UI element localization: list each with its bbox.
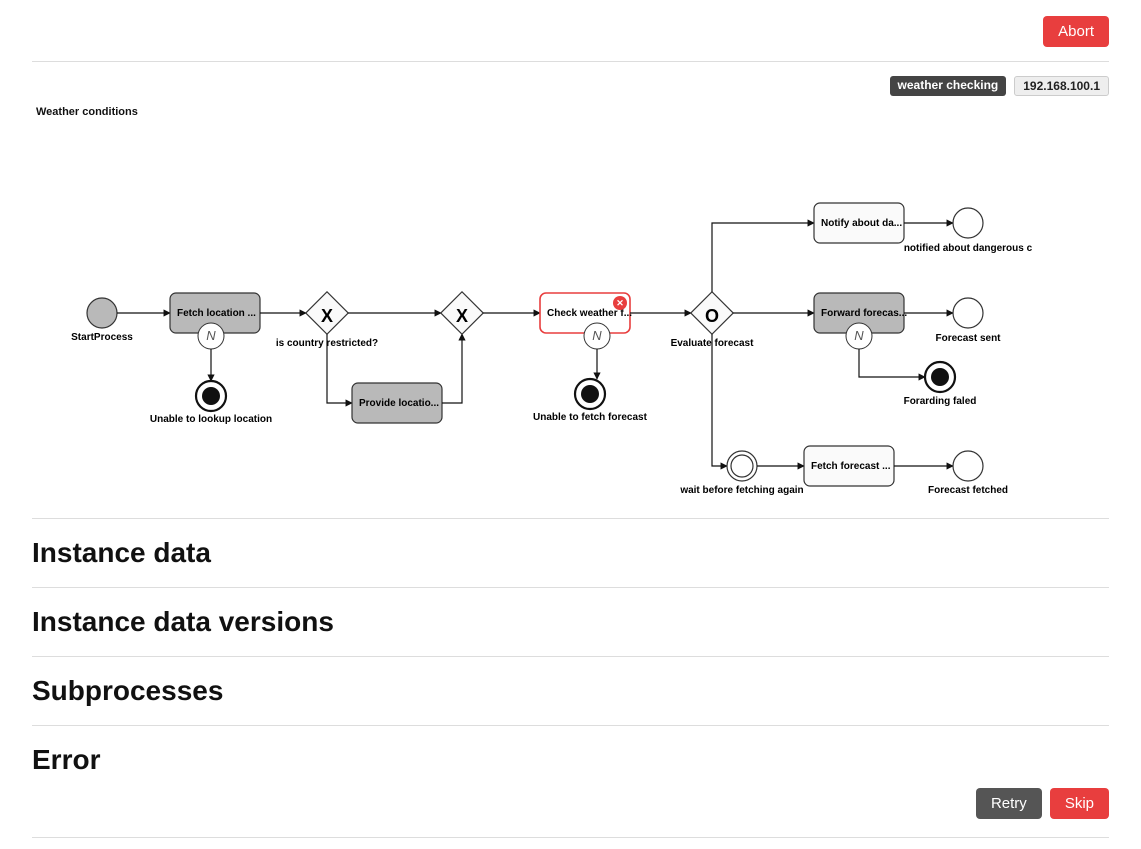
topbar: Abort [32, 10, 1109, 62]
svg-text:Unable to lookup location: Unable to lookup location [150, 414, 272, 425]
end-event-forecast-fetched: Forecast fetched [928, 451, 1008, 496]
end-event-forwarding-failed: Forarding faled [904, 362, 977, 407]
task-fetch-location[interactable]: Fetch location ... N [170, 293, 260, 349]
svg-text:Forarding faled: Forarding faled [904, 396, 977, 407]
end-event-unable-lookup: Unable to lookup location [150, 381, 272, 425]
svg-text:Notify about da...: Notify about da... [821, 218, 902, 229]
abort-button[interactable]: Abort [1043, 16, 1109, 47]
section-heading: Subprocesses [32, 675, 1109, 707]
node-badge: 192.168.100.1 [1014, 76, 1109, 96]
end-event-forecast-sent: Forecast sent [935, 298, 1001, 344]
svg-text:N: N [592, 328, 602, 343]
svg-text:X: X [456, 306, 468, 326]
gateway-merge[interactable]: X [441, 292, 483, 334]
svg-text:Forecast sent: Forecast sent [935, 333, 1001, 344]
svg-text:Forward forecas...: Forward forecas... [821, 308, 907, 319]
task-notify-danger[interactable]: Notify about da... [814, 203, 904, 243]
section-instance-data[interactable]: Instance data [32, 519, 1109, 588]
task-provide-location[interactable]: Provide locatio... [352, 383, 442, 423]
task-fetch-forecast[interactable]: Fetch forecast ... [804, 446, 894, 486]
meta-row: weather checking 192.168.100.1 [32, 62, 1109, 104]
section-heading: Error [32, 744, 1109, 776]
svg-text:Unable to fetch forecast: Unable to fetch forecast [533, 412, 648, 423]
start-event[interactable]: StartProcess [71, 298, 133, 343]
section-instance-data-versions[interactable]: Instance data versions [32, 588, 1109, 657]
skip-button[interactable]: Skip [1050, 788, 1109, 819]
section-error[interactable]: Error Retry Skip [32, 726, 1109, 838]
timer-wait-before-fetch[interactable]: wait before fetching again [679, 451, 803, 496]
svg-text:N: N [206, 328, 216, 343]
end-event-notified-danger: notified about dangerous c [904, 208, 1033, 254]
svg-text:O: O [705, 306, 719, 326]
task-forward-forecast[interactable]: Forward forecas... N [814, 293, 907, 349]
process-badge: weather checking [890, 76, 1007, 96]
retry-button[interactable]: Retry [976, 788, 1042, 819]
svg-text:N: N [854, 328, 864, 343]
svg-text:StartProcess: StartProcess [71, 332, 133, 343]
svg-text:Fetch forecast ...: Fetch forecast ... [811, 461, 891, 472]
end-event-unable-fetch: Unable to fetch forecast [533, 379, 648, 423]
svg-text:Provide locatio...: Provide locatio... [359, 398, 439, 409]
svg-text:Forecast fetched: Forecast fetched [928, 485, 1008, 496]
section-heading: Instance data versions [32, 606, 1109, 638]
svg-text:X: X [321, 306, 333, 326]
section-subprocesses[interactable]: Subprocesses [32, 657, 1109, 726]
section-heading: Instance data [32, 537, 1109, 569]
svg-text:notified about dangerous c: notified about dangerous c [904, 243, 1033, 254]
svg-text:wait before fetching again: wait before fetching again [679, 485, 803, 496]
svg-text:Fetch location ...: Fetch location ... [177, 308, 256, 319]
svg-text:✕: ✕ [616, 298, 624, 308]
error-actions: Retry Skip [32, 788, 1109, 819]
bpmn-diagram: StartProcess Fetch location ... N Unable… [32, 118, 1109, 519]
diagram-title: Weather conditions [36, 106, 1109, 118]
task-check-weather[interactable]: Check weather f... ✕ N [540, 293, 632, 349]
